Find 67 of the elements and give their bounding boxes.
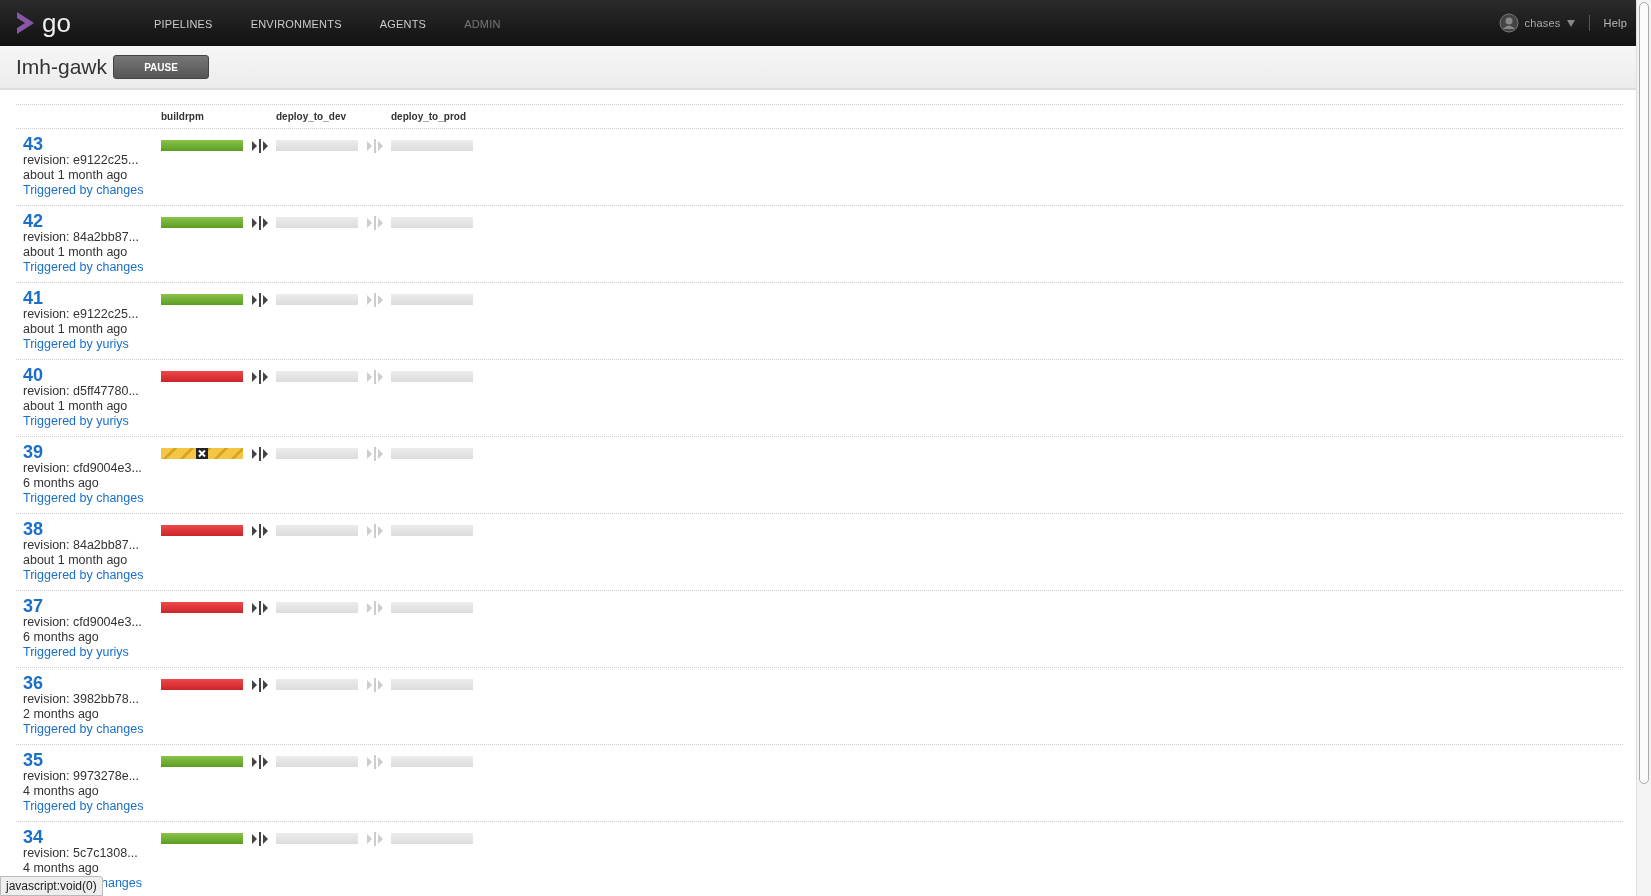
time-ago-text: about 1 month ago: [23, 399, 128, 414]
trigger-link[interactable]: Triggered by changes: [23, 491, 144, 506]
stage-header: deploy_to_prod: [391, 111, 467, 122]
time-ago-text: 4 months ago: [23, 861, 99, 876]
approval-gate-icon[interactable]: [250, 755, 269, 769]
revision-text: revision: cfd9004e3...: [23, 615, 142, 630]
time-ago-text: about 1 month ago: [23, 553, 128, 568]
run-number-link[interactable]: 37: [23, 597, 44, 615]
revision-text: revision: e9122c25...: [23, 307, 139, 322]
status-tooltip: javascript:void(0): [0, 876, 103, 896]
run-number-link[interactable]: 36: [23, 674, 44, 692]
time-ago-text: 4 months ago: [23, 784, 99, 799]
stage-header: buildrpm: [161, 111, 205, 122]
nav-link[interactable]: PIPELINES: [154, 18, 213, 30]
stage-header: deploy_to_dev: [276, 111, 348, 122]
time-ago-text: 6 months ago: [23, 630, 99, 645]
run-number-link[interactable]: 35: [23, 751, 44, 769]
revision-text: revision: e9122c25...: [23, 153, 139, 168]
time-ago-text: 2 months ago: [23, 707, 99, 722]
revision-text: revision: d5ff47780...: [23, 384, 139, 399]
approval-gate-icon[interactable]: [250, 293, 269, 307]
run-number-link[interactable]: 38: [23, 520, 44, 538]
cancel-icon: [196, 448, 208, 459]
revision-text: revision: 84a2bb87...: [23, 538, 140, 553]
approval-gate-icon[interactable]: [250, 216, 269, 230]
run-number-link[interactable]: 43: [23, 135, 44, 153]
stage-status-bar[interactable]: [161, 448, 243, 459]
nav-link[interactable]: ENVIRONMENTS: [250, 18, 342, 30]
approval-gate-icon[interactable]: [250, 139, 269, 153]
trigger-link[interactable]: Triggered by yuriys: [23, 414, 129, 429]
run-number-link[interactable]: 42: [23, 212, 44, 230]
run-number-link[interactable]: 40: [23, 366, 44, 384]
help-link[interactable]: Help: [1603, 17, 1627, 29]
trigger-link[interactable]: Triggered by changes: [23, 568, 144, 583]
trigger-link[interactable]: Triggered by changes: [23, 799, 144, 814]
user-menu[interactable]: chases: [1524, 17, 1561, 29]
nav-link[interactable]: AGENTS: [379, 18, 427, 30]
approval-gate-icon[interactable]: [250, 447, 269, 461]
revision-text: revision: 9973278e...: [23, 769, 140, 784]
approval-gate-icon[interactable]: [250, 601, 269, 615]
pause-button[interactable]: PAUSE: [113, 55, 210, 79]
trigger-link[interactable]: Triggered by yuriys: [23, 645, 129, 660]
trigger-link[interactable]: Triggered by changes: [23, 183, 144, 198]
time-ago-text: about 1 month ago: [23, 168, 128, 183]
time-ago-text: 6 months ago: [23, 476, 99, 491]
approval-gate-icon[interactable]: [250, 678, 269, 692]
time-ago-text: about 1 month ago: [23, 322, 128, 337]
run-number-link[interactable]: 41: [23, 289, 44, 307]
trigger-link[interactable]: Triggered by changes: [23, 722, 144, 737]
revision-text: revision: cfd9004e3...: [23, 461, 142, 476]
revision-text: revision: 5c7c1308...: [23, 846, 138, 861]
time-ago-text: about 1 month ago: [23, 245, 128, 260]
revision-text: revision: 3982bb78...: [23, 692, 140, 707]
run-number-link[interactable]: 34: [23, 828, 44, 846]
trigger-link[interactable]: Triggered by changes: [23, 260, 144, 275]
caret-icon[interactable]: [1566, 19, 1575, 27]
approval-gate-icon[interactable]: [250, 370, 269, 384]
pipeline-name: Imh-gawk: [16, 55, 108, 79]
logo-text[interactable]: go: [42, 10, 71, 36]
trigger-link[interactable]: Triggered by yuriys: [23, 337, 129, 352]
approval-gate-icon[interactable]: [250, 524, 269, 538]
approval-gate-icon[interactable]: [250, 832, 269, 846]
scrollbar-thumb[interactable]: [1639, 2, 1649, 784]
run-number-link[interactable]: 39: [23, 443, 44, 461]
revision-text: revision: 84a2bb87...: [23, 230, 140, 245]
user-avatar-icon: [1498, 13, 1519, 33]
logo-icon: [14, 10, 36, 36]
